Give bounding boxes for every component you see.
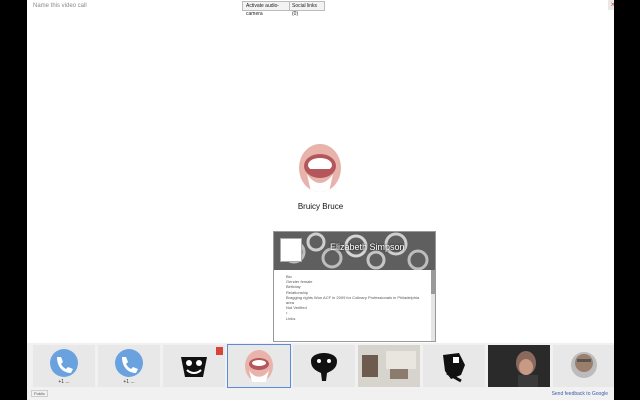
profile-banner: Elizabeth Simpson [274,232,435,270]
participant-avatar [299,144,341,192]
room-photo-icon [358,345,420,387]
participant-tile[interactable]: +1 ... [33,345,95,387]
participant-label: +1 ... [58,379,70,385]
call-name-input[interactable]: Name this video call [33,3,87,9]
activate-av-button[interactable]: Activate audio-camera [242,1,294,17]
profile-details: Bio Gender female Birthday Relationship … [286,274,426,321]
profile-name: Elizabeth Simpson [330,242,405,252]
warrior-icon [423,345,485,387]
detail-line: Bragging rights Won ACF in 2009 for Culi… [286,294,420,300]
participant-tile-selected[interactable] [227,344,291,388]
participant-tile[interactable] [163,345,225,387]
smile-avatar-icon [228,345,290,387]
participant-label: +1 ... [123,379,135,385]
participant-tile[interactable] [553,345,614,387]
man-photo-icon [553,345,614,387]
profile-scrollbar[interactable] [431,270,435,341]
woman-photo-icon [488,345,550,387]
elephant-icon [293,345,355,387]
scrollbar-thumb[interactable] [431,270,435,294]
participant-tile[interactable] [423,345,485,387]
participant-tile[interactable]: +1 ... [98,345,160,387]
participant-thumbs: +1 ... +1 ... [33,344,614,388]
smile-avatar-icon [299,144,341,192]
visibility-badge[interactable]: Public [31,390,48,397]
profile-card: Elizabeth Simpson Bio Gender female Birt… [273,231,436,342]
detail-line: Links [286,315,296,321]
profile-thumb [280,238,302,262]
participant-tile[interactable] [293,345,355,387]
mic-icon [216,347,223,355]
send-feedback-link[interactable]: Send feedback to Google [552,391,608,397]
social-links-button[interactable]: Social links (0) [289,1,325,17]
participant-strip: +1 ... +1 ... Public Send feedback to Go… [27,343,614,400]
participant-tile[interactable] [488,345,550,387]
top-bar: Name this video call Activate audio-came… [27,0,614,17]
participant-tile[interactable] [358,345,420,387]
close-icon[interactable]: × [608,0,614,10]
hangout-window: Name this video call Activate audio-came… [27,0,614,400]
participant-name: Bruicy Bruce [297,202,344,211]
